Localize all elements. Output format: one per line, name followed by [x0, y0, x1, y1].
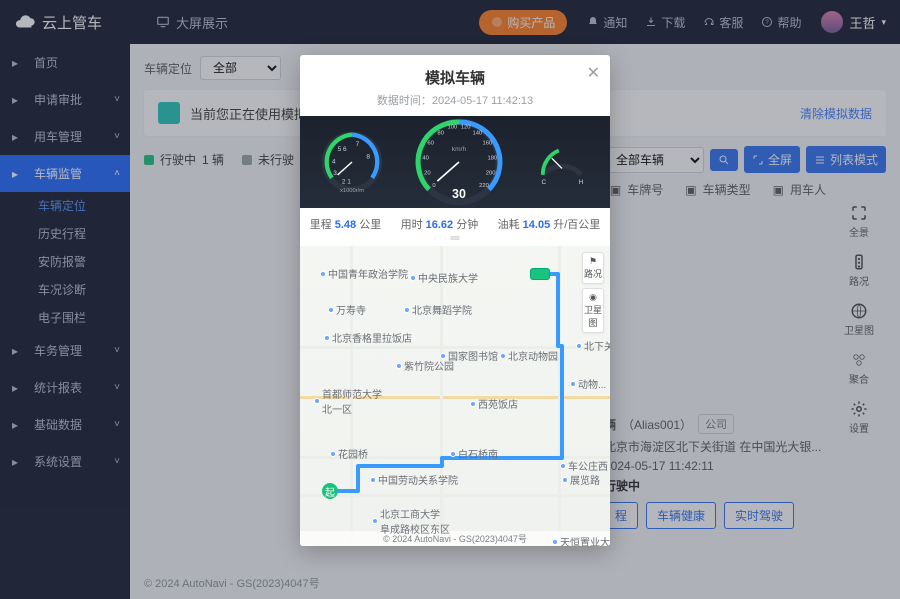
svg-text:60: 60 — [427, 141, 434, 147]
svg-text:0: 0 — [432, 183, 436, 189]
vehicle-marker — [530, 268, 550, 280]
poi-label: 中央民族大学 — [410, 270, 478, 285]
svg-text:30: 30 — [452, 187, 466, 201]
speed-gauge: 020 40 6080100 120140160 180 200 220 km/h 3… — [409, 116, 509, 208]
temp-gauge: C H — [530, 130, 594, 194]
poi-label: 万寿寺 — [328, 302, 366, 317]
modal-map-tools: ⚑路况 ◉卫星图 — [582, 252, 604, 333]
poi-label: 中国青年政治学院 — [320, 266, 408, 281]
start-marker: 起 — [322, 483, 338, 499]
poi-label: 北京工商大学阜成路校区东区 — [372, 506, 450, 536]
modal-title: 模拟车辆 — [300, 67, 610, 88]
modal-subtitle: 数据时间：2024-05-17 11:42:13 — [300, 92, 610, 108]
svg-text:H: H — [578, 179, 583, 186]
poi-label: 天恒置业大... — [552, 534, 610, 546]
drag-handle[interactable]: ═ — [300, 234, 610, 246]
svg-text:C: C — [541, 179, 546, 186]
poi-label: 紫竹院公园 — [396, 358, 454, 373]
rpm-gauge: 5 6 7 4 8 3 2 1 x1000r/m — [316, 126, 388, 198]
poi-label: 北京舞蹈学院 — [404, 302, 472, 317]
svg-text:200: 200 — [486, 171, 496, 177]
poi-label: 白石桥南 — [450, 446, 498, 461]
close-icon[interactable]: ✕ — [587, 63, 600, 83]
poi-label: 首都师范大学北一区 — [314, 386, 382, 416]
svg-text:140: 140 — [472, 131, 482, 137]
mm-traffic[interactable]: ⚑路况 — [582, 252, 604, 284]
poi-label: 展览路 — [562, 472, 600, 487]
svg-text:220: 220 — [479, 183, 489, 189]
svg-text:160: 160 — [482, 141, 492, 147]
svg-text:120: 120 — [461, 125, 471, 131]
dashboard-panel: 5 6 7 4 8 3 2 1 x1000r/m 020 40 6080100 1… — [300, 116, 610, 208]
svg-text:km/h: km/h — [452, 146, 467, 153]
svg-text:4: 4 — [332, 158, 336, 165]
poi-label: 中国劳动关系学院 — [370, 472, 458, 487]
svg-text:180: 180 — [487, 156, 497, 162]
poi-label: 花园桥 — [330, 446, 368, 461]
poi-label: 车公庄西 — [560, 458, 608, 473]
svg-text:8: 8 — [367, 153, 371, 160]
poi-label: 北京香格里拉饭店 — [324, 330, 412, 345]
svg-text:20: 20 — [424, 171, 431, 177]
svg-text:2 1: 2 1 — [342, 179, 351, 186]
poi-label: 西苑饭店 — [470, 396, 518, 411]
svg-text:x1000r/m: x1000r/m — [340, 188, 364, 194]
poi-label: 北下关 — [576, 338, 610, 353]
svg-text:5 6: 5 6 — [338, 146, 347, 153]
mm-satellite[interactable]: ◉卫星图 — [582, 288, 604, 333]
svg-text:100: 100 — [447, 125, 457, 131]
svg-text:7: 7 — [356, 141, 360, 148]
svg-text:80: 80 — [437, 131, 444, 137]
svg-text:3: 3 — [334, 170, 338, 177]
poi-label: 北京动物园 — [500, 348, 558, 363]
poi-label: 动物... — [570, 376, 606, 391]
svg-text:40: 40 — [422, 156, 429, 162]
simulate-vehicle-modal: 模拟车辆 数据时间：2024-05-17 11:42:13 ✕ 5 6 7 4 … — [300, 55, 610, 546]
modal-map[interactable]: 起 ⚑路况 ◉卫星图 © 2024 AutoNavi - GS(2023)404… — [300, 246, 610, 546]
